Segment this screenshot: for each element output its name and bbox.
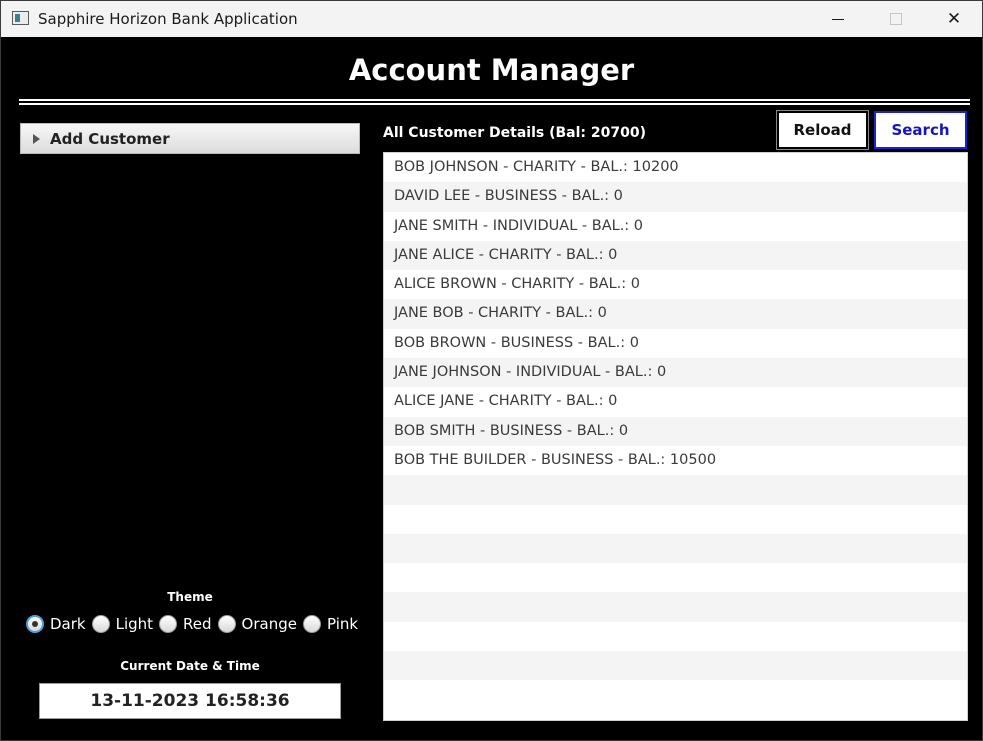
reload-button[interactable]: Reload — [776, 110, 869, 150]
minimize-button[interactable] — [809, 1, 867, 37]
search-button[interactable]: Search — [874, 111, 967, 149]
empty-list-row[interactable] — [384, 592, 967, 622]
list-item[interactable]: JANE SMITH - INDIVIDUAL - BAL.: 0 — [384, 212, 967, 241]
datetime-label: Current Date & Time — [120, 659, 260, 673]
customer-details-title: All Customer Details (Bal: 20700) — [383, 125, 647, 141]
header-divider-bottom — [19, 103, 970, 105]
radio-indicator[interactable] — [217, 615, 236, 633]
radio-indicator[interactable] — [302, 615, 321, 633]
app-icon — [12, 11, 29, 25]
theme-radio-dark[interactable]: Dark — [26, 615, 86, 633]
app-window: Sapphire Horizon Bank Application ✕ Acco… — [0, 0, 983, 741]
theme-radio-group: Dark Light Red Orange Pink — [26, 613, 364, 635]
list-item[interactable]: DAVID LEE - BUSINESS - BAL.: 0 — [384, 182, 967, 212]
theme-radio-red[interactable]: Red — [159, 615, 212, 633]
datetime-field: 13-11-2023 16:58:36 — [39, 683, 341, 719]
empty-list-row[interactable] — [384, 563, 967, 592]
maximize-button[interactable] — [867, 1, 925, 37]
theme-label: Theme — [167, 590, 213, 604]
page-title: Account Manager — [348, 53, 635, 87]
radio-label: Light — [115, 615, 154, 633]
list-item[interactable]: BOB SMITH - BUSINESS - BAL.: 0 — [384, 416, 967, 446]
radio-label: Red — [183, 615, 212, 633]
list-item[interactable]: ALICE BROWN - CHARITY - BAL.: 0 — [384, 270, 967, 299]
expand-arrow-icon — [33, 133, 40, 144]
radio-label: Dark — [50, 615, 86, 633]
empty-list-row[interactable] — [384, 505, 967, 534]
customer-list[interactable]: BOB JOHNSON - CHARITY - BAL.: 10200 DAVID… — [383, 152, 968, 721]
theme-radio-light[interactable]: Light — [91, 615, 154, 633]
radio-indicator[interactable] — [26, 615, 44, 633]
close-icon: ✕ — [946, 9, 962, 29]
radio-indicator[interactable] — [159, 615, 178, 633]
empty-list-row[interactable] — [384, 651, 967, 681]
empty-list-row[interactable] — [384, 680, 967, 709]
radio-label: Pink — [326, 615, 359, 633]
list-item[interactable]: BOB JOHNSON - CHARITY - BAL.: 10200 — [384, 153, 967, 182]
maximize-icon — [890, 13, 902, 25]
minimize-icon — [832, 18, 844, 20]
add-customer-pane[interactable]: Add Customer — [20, 123, 360, 154]
list-item[interactable]: BOB BROWN - BUSINESS - BAL.: 0 — [384, 329, 967, 358]
list-item[interactable]: JANE ALICE - CHARITY - BAL.: 0 — [384, 240, 967, 271]
empty-list-row[interactable] — [384, 475, 967, 505]
radio-label: Orange — [241, 615, 297, 633]
theme-radio-orange[interactable]: Orange — [217, 615, 297, 633]
radio-indicator[interactable] — [91, 615, 110, 633]
window-title: Sapphire Horizon Bank Application — [38, 10, 298, 28]
title-bar[interactable]: Sapphire Horizon Bank Application ✕ — [1, 1, 982, 37]
header-divider-top — [19, 99, 970, 101]
list-item[interactable]: ALICE JANE - CHARITY - BAL.: 0 — [384, 387, 967, 416]
list-item[interactable]: BOB THE BUILDER - BUSINESS - BAL.: 10500 — [384, 446, 967, 475]
list-item[interactable]: JANE JOHNSON - INDIVIDUAL - BAL.: 0 — [384, 358, 967, 388]
empty-list-row[interactable] — [384, 622, 967, 651]
list-item[interactable]: JANE BOB - CHARITY - BAL.: 0 — [384, 299, 967, 329]
theme-radio-pink[interactable]: Pink — [302, 615, 359, 633]
close-button[interactable]: ✕ — [925, 1, 983, 37]
add-customer-label: Add Customer — [50, 129, 170, 148]
empty-list-row[interactable] — [384, 533, 967, 564]
